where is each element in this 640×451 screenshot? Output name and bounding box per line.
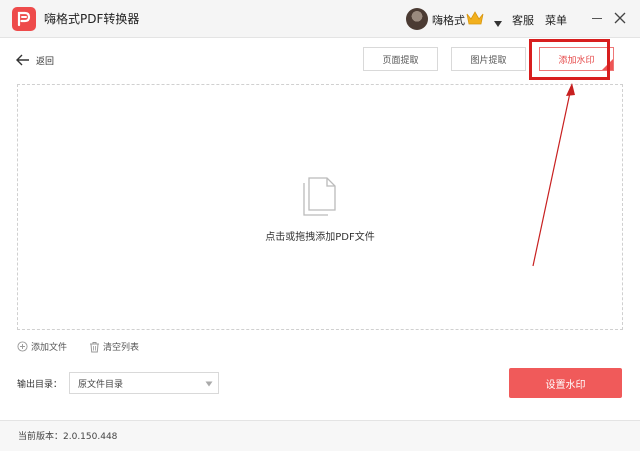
version-label: 当前版本：2.0.150.448 (18, 432, 118, 442)
username[interactable]: 嗨格式 (432, 12, 465, 28)
chevron-down-icon[interactable] (493, 13, 503, 27)
page-extract-button[interactable]: 页面提取 (363, 47, 438, 71)
add-file-button[interactable]: 添加文件 (17, 340, 67, 353)
close-icon[interactable] (613, 10, 627, 24)
highlight-annotation-box (529, 39, 610, 80)
app-logo-icon (12, 7, 36, 31)
clear-list-label: 清空列表 (103, 343, 140, 353)
back-button[interactable]: 返回 (16, 52, 54, 68)
arrow-left-icon (16, 54, 29, 66)
menu-link[interactable]: 菜单 (545, 12, 567, 28)
add-file-label: 添加文件 (31, 343, 68, 353)
trash-icon (90, 341, 99, 352)
chevron-down-icon (205, 381, 213, 387)
plus-circle-icon (17, 341, 28, 352)
drop-hint-text: 点击或拖拽添加PDF文件 (265, 232, 375, 243)
minimize-icon[interactable] (592, 18, 602, 19)
document-icon (301, 175, 341, 219)
image-extract-button[interactable]: 图片提取 (451, 47, 526, 71)
crown-icon (466, 10, 484, 26)
output-dir-label: 输出目录： (17, 380, 63, 390)
customer-service-link[interactable]: 客服 (512, 12, 534, 28)
avatar[interactable] (406, 8, 428, 30)
app-title: 嗨格式PDF转换器 (44, 12, 140, 26)
output-dir-select[interactable]: 原文件目录 (69, 372, 219, 394)
back-label: 返回 (36, 56, 55, 67)
set-watermark-button[interactable]: 设置水印 (509, 368, 622, 398)
output-dir-value: 原文件目录 (78, 379, 124, 390)
clear-list-button[interactable]: 清空列表 (89, 340, 139, 353)
